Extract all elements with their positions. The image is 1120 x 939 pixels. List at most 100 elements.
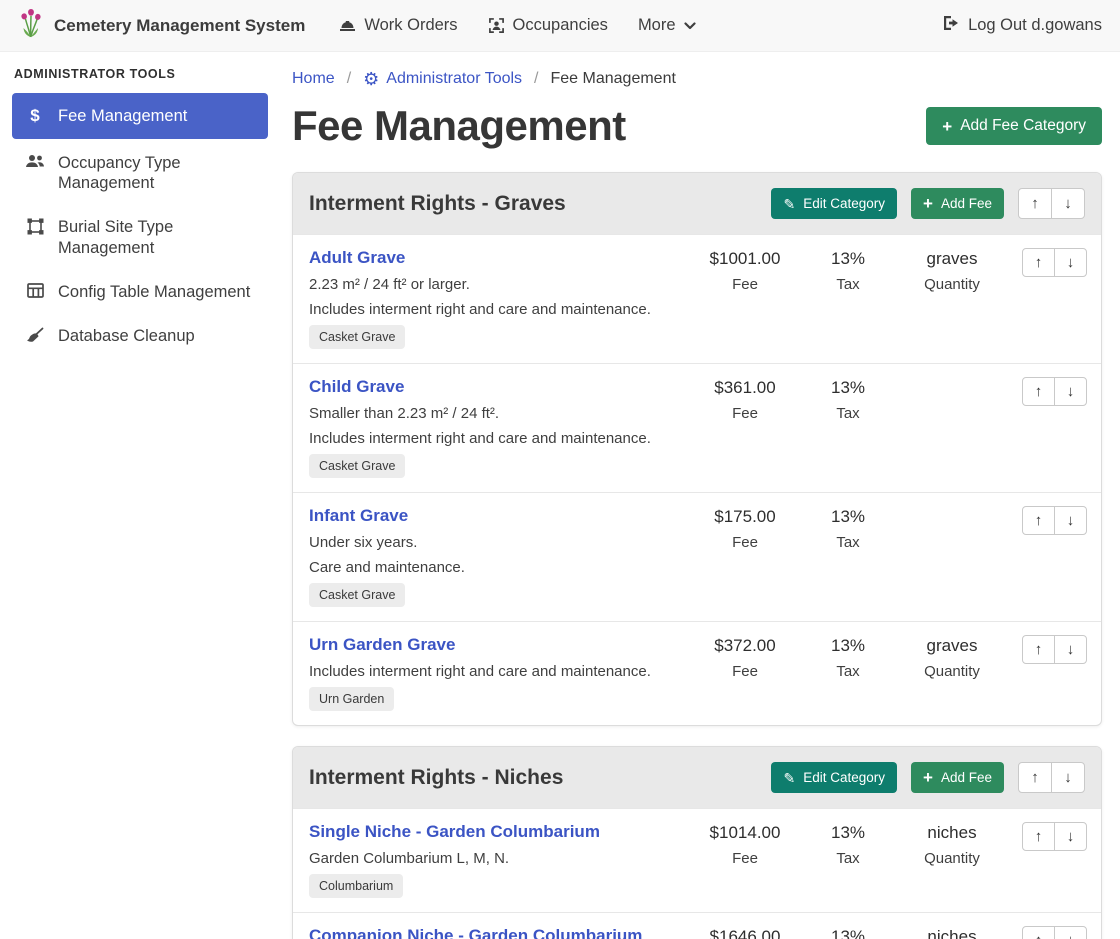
move-fee-up-button[interactable]: ↑ [1022,822,1055,851]
fee-type-badge: Casket Grave [309,454,405,478]
tax-label: Tax [800,276,896,293]
sidebar-item-burial-site-type-management[interactable]: Burial Site Type Management [12,207,268,267]
fee-amount-label: Fee [690,663,800,680]
fee-info: Companion Niche - Garden Columbarium Gar… [309,926,690,939]
tax-column: 13% Tax [800,377,896,422]
move-category-up-button[interactable]: ↑ [1018,762,1052,793]
arrow-up-icon: ↑ [1035,512,1043,529]
fee-info: Single Niche - Garden Columbarium Garden… [309,822,690,898]
fee-row: Companion Niche - Garden Columbarium Gar… [293,912,1101,939]
quantity-column [896,377,1008,378]
fee-amount-column: $1001.00 Fee [690,248,800,293]
logout-button[interactable]: Log Out d.gowans [942,15,1102,36]
fee-description: Includes interment right and care and ma… [309,430,680,447]
sidebar-item-fee-management[interactable]: $ Fee Management [12,93,268,139]
sidebar-item-database-cleanup[interactable]: Database Cleanup [12,316,268,356]
nav-occupancies[interactable]: Occupancies [488,16,608,35]
fee-row: Child Grave Smaller than 2.23 m² / 24 ft… [293,363,1101,492]
fee-amount-column: $1014.00 Fee [690,822,800,867]
tax-column: 13% Tax [800,506,896,551]
add-fee-button[interactable]: + Add Fee [911,188,1004,219]
pencil-icon: ✎ [783,197,795,211]
fee-reorder-group: ↑ ↓ [1022,506,1087,535]
move-fee-down-button[interactable]: ↓ [1054,377,1087,406]
tax-value: 13% [800,823,896,843]
move-category-down-button[interactable]: ↓ [1051,762,1085,793]
tax-value: 13% [800,507,896,527]
dollar-icon: $ [24,107,46,124]
move-category-up-button[interactable]: ↑ [1018,188,1052,219]
nav-label: Work Orders [364,16,457,35]
fee-name-link[interactable]: Companion Niche - Garden Columbarium [309,926,642,939]
nav-label: More [638,16,676,35]
tax-value: 13% [800,249,896,269]
fee-description: Includes interment right and care and ma… [309,301,680,318]
arrow-down-icon: ↓ [1067,932,1075,939]
sidebar-item-label: Burial Site Type Management [58,217,256,257]
breadcrumb-separator: / [347,70,351,88]
app-brand[interactable]: Cemetery Management System [18,8,305,43]
fee-info: Urn Garden Grave Includes interment righ… [309,635,690,711]
category-actions: ✎ Edit Category + Add Fee ↑ ↓ [771,762,1085,793]
tax-column: 13% Tax [800,926,896,939]
breadcrumb: Home / ⚙ Administrator Tools / Fee Manag… [292,70,1102,88]
arrow-up-icon: ↑ [1035,383,1043,400]
users-icon [24,154,46,169]
arrow-down-icon: ↓ [1067,641,1075,658]
fee-name-link[interactable]: Single Niche - Garden Columbarium [309,822,600,842]
fee-amount-label: Fee [690,850,800,867]
fee-description: 2.23 m² / 24 ft² or larger. [309,276,680,293]
sidebar-item-occupancy-type-management[interactable]: Occupancy Type Management [12,143,268,203]
quantity-label: Quantity [896,663,1008,680]
move-fee-up-button[interactable]: ↑ [1022,377,1055,406]
move-fee-up-button[interactable]: ↑ [1022,635,1055,664]
fee-row: Single Niche - Garden Columbarium Garden… [293,808,1101,912]
fee-reorder-group: ↑ ↓ [1022,635,1087,664]
move-fee-down-button[interactable]: ↓ [1054,926,1087,939]
plus-icon: + [942,118,952,135]
quantity-column: graves Quantity [896,248,1008,293]
page-title-row: Fee Management + Add Fee Category [292,102,1102,150]
fee-amount-label: Fee [690,534,800,551]
add-fee-category-button[interactable]: + Add Fee Category [926,107,1102,145]
add-fee-button[interactable]: + Add Fee [911,762,1004,793]
fee-name-link[interactable]: Child Grave [309,377,404,397]
move-fee-up-button[interactable]: ↑ [1022,248,1055,277]
sidebar-item-config-table-management[interactable]: Config Table Management [12,272,268,312]
nav-work-orders[interactable]: Work Orders [339,16,457,35]
fee-name-link[interactable]: Adult Grave [309,248,405,268]
nav-more-dropdown[interactable]: More [638,16,696,35]
fee-reorder-group: ↑ ↓ [1022,377,1087,406]
quantity-value: niches [896,823,1008,843]
move-fee-down-button[interactable]: ↓ [1054,822,1087,851]
category-header: Interment Rights - Niches ✎ Edit Categor… [293,747,1101,808]
fee-reorder-group: ↑ ↓ [1022,926,1087,939]
edit-category-button[interactable]: ✎ Edit Category [771,188,897,219]
move-fee-up-button[interactable]: ↑ [1022,926,1055,939]
fee-description: Smaller than 2.23 m² / 24 ft². [309,405,680,422]
breadcrumb-admin-tools-link[interactable]: ⚙ Administrator Tools [363,70,522,88]
arrow-down-icon: ↓ [1067,512,1075,529]
fee-name-link[interactable]: Urn Garden Grave [309,635,455,655]
category-title: Interment Rights - Niches [309,766,771,790]
button-label: Edit Category [803,196,885,211]
edit-category-button[interactable]: ✎ Edit Category [771,762,897,793]
button-label: Add Fee [941,770,992,785]
move-fee-up-button[interactable]: ↑ [1022,506,1055,535]
move-category-down-button[interactable]: ↓ [1051,188,1085,219]
fee-info: Infant Grave Under six years. Care and m… [309,506,690,607]
fee-name-link[interactable]: Infant Grave [309,506,408,526]
category-header: Interment Rights - Graves ✎ Edit Categor… [293,173,1101,234]
category-actions: ✎ Edit Category + Add Fee ↑ ↓ [771,188,1085,219]
breadcrumb-home-link[interactable]: Home [292,70,335,88]
quantity-column [896,506,1008,507]
tax-label: Tax [800,405,896,422]
gear-icon: ⚙ [363,70,379,88]
move-fee-down-button[interactable]: ↓ [1054,635,1087,664]
tax-value: 13% [800,927,896,939]
category-card-niches: Interment Rights - Niches ✎ Edit Categor… [292,746,1102,939]
move-fee-down-button[interactable]: ↓ [1054,248,1087,277]
move-fee-down-button[interactable]: ↓ [1054,506,1087,535]
page-title: Fee Management [292,102,626,150]
quantity-column: graves Quantity [896,635,1008,680]
